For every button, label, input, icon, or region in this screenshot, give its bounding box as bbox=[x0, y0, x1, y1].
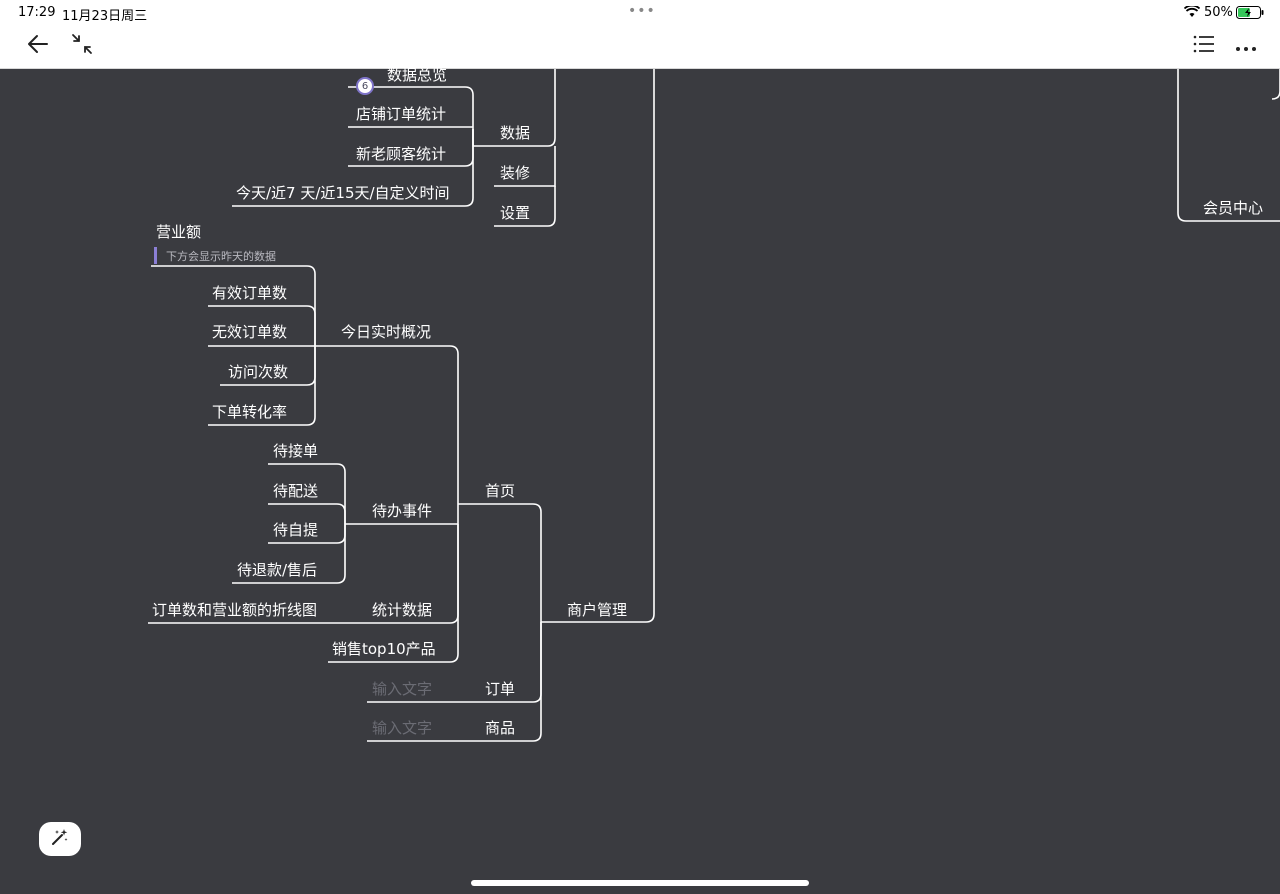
node-settings[interactable]: 设置 bbox=[500, 202, 530, 223]
node-todo-events[interactable]: 待办事件 bbox=[372, 500, 432, 521]
node-orders[interactable]: 订单 bbox=[485, 678, 515, 699]
battery-icon bbox=[1236, 6, 1264, 23]
magic-button[interactable] bbox=[39, 822, 81, 856]
node-products[interactable]: 商品 bbox=[485, 717, 515, 738]
back-button[interactable] bbox=[18, 26, 58, 66]
battery-percent: 50% bbox=[1204, 5, 1233, 20]
node-data[interactable]: 数据 bbox=[500, 122, 530, 143]
arrow-left-icon bbox=[27, 34, 49, 58]
node-shop-order-stats[interactable]: 店铺订单统计 bbox=[356, 103, 446, 124]
node-line-chart[interactable]: 订单数和营业额的折线图 bbox=[152, 599, 317, 620]
node-pending-pickup[interactable]: 待自提 bbox=[273, 519, 318, 540]
collapsed-count-badge[interactable]: 6 bbox=[356, 77, 374, 95]
collapse-arrows-icon bbox=[70, 32, 94, 60]
node-order-conversion[interactable]: 下单转化率 bbox=[212, 401, 287, 422]
wifi-icon bbox=[1183, 4, 1201, 22]
node-data-overview[interactable]: 数据总览 bbox=[387, 64, 447, 85]
node-visits[interactable]: 访问次数 bbox=[228, 361, 288, 382]
node-merchant-mgmt[interactable]: 商户管理 bbox=[567, 599, 627, 620]
status-date: 11月23日周三 bbox=[62, 9, 148, 24]
node-revenue-note: 下方会显示昨天的数据 bbox=[166, 250, 276, 263]
node-time-range[interactable]: 今天/近7 天/近15天/自定义时间 bbox=[236, 182, 450, 203]
input-placeholder-products[interactable]: 输入文字 bbox=[372, 717, 432, 738]
node-revenue[interactable]: 营业额 bbox=[156, 221, 201, 242]
mindmap-connectors bbox=[148, 69, 1280, 742]
multitask-dots-icon[interactable]: ••• bbox=[628, 3, 656, 19]
more-button[interactable] bbox=[1226, 26, 1266, 66]
home-indicator[interactable] bbox=[471, 880, 809, 886]
node-new-old-customer-stats[interactable]: 新老顾客统计 bbox=[356, 143, 446, 164]
node-home[interactable]: 首页 bbox=[485, 480, 515, 501]
node-top10-products[interactable]: 销售top10产品 bbox=[332, 638, 436, 659]
mindmap-canvas[interactable]: 6 数据总览 店铺订单统计 新老顾客统计 今天/近7 天/近15天/自定义时间 … bbox=[0, 66, 1280, 894]
collapse-button[interactable] bbox=[62, 26, 102, 66]
list-icon bbox=[1193, 35, 1215, 57]
toolbar bbox=[0, 26, 1280, 69]
node-decoration[interactable]: 装修 bbox=[500, 162, 530, 183]
status-bar: 17:29 11月23日周三 ••• 50% bbox=[0, 0, 1280, 26]
node-valid-orders[interactable]: 有效订单数 bbox=[212, 282, 287, 303]
node-stats-data[interactable]: 统计数据 bbox=[372, 599, 432, 620]
outline-button[interactable] bbox=[1184, 26, 1224, 66]
status-time: 17:29 bbox=[18, 5, 56, 20]
more-horizontal-icon bbox=[1235, 37, 1257, 56]
node-pending-refund[interactable]: 待退款/售后 bbox=[237, 559, 317, 580]
note-indicator bbox=[154, 247, 157, 264]
magic-wand-icon bbox=[50, 827, 70, 851]
node-invalid-orders[interactable]: 无效订单数 bbox=[212, 321, 287, 342]
node-pending-delivery[interactable]: 待配送 bbox=[273, 480, 318, 501]
node-pending-accept[interactable]: 待接单 bbox=[273, 440, 318, 461]
node-member-center[interactable]: 会员中心 bbox=[1203, 197, 1263, 218]
input-placeholder-orders[interactable]: 输入文字 bbox=[372, 678, 432, 699]
node-today-realtime[interactable]: 今日实时概况 bbox=[341, 321, 431, 342]
